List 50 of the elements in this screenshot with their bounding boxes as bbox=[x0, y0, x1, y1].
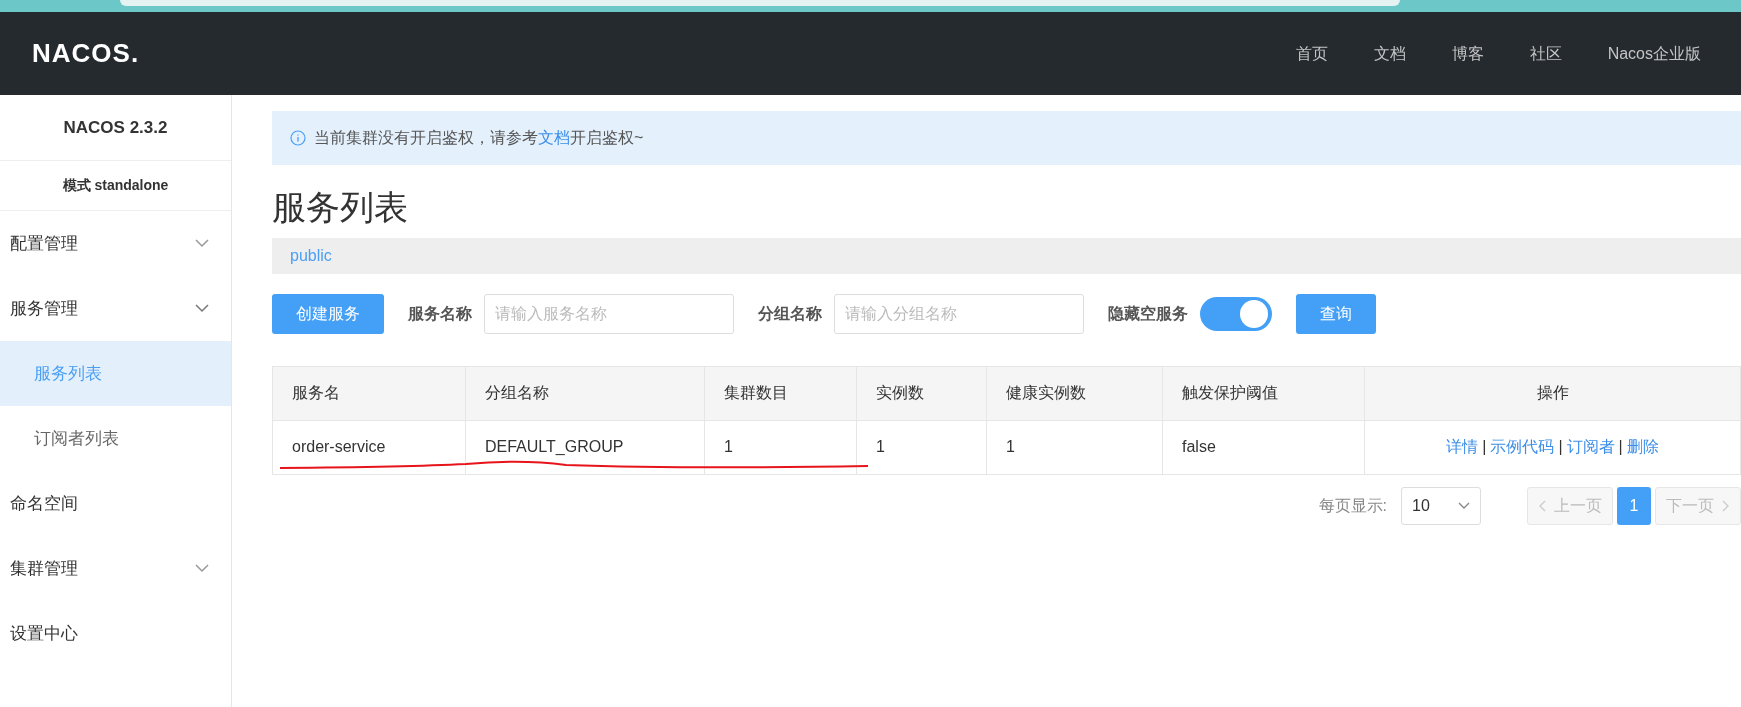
table-cell: 1 bbox=[704, 420, 857, 475]
group-name-field[interactable]: 请输入分组名称 bbox=[834, 293, 1084, 334]
chevron-right-icon bbox=[1722, 499, 1730, 512]
separator-text: | bbox=[1482, 438, 1487, 456]
docs-link[interactable]: 文档 bbox=[538, 129, 570, 146]
sidebar-menu-item[interactable]: 命名空间 bbox=[0, 471, 231, 536]
page-size-label: 每页显示: bbox=[1318, 495, 1387, 516]
table-cell: 1 bbox=[986, 420, 1163, 475]
table-cell: order-service bbox=[272, 420, 466, 475]
separator-text: | bbox=[1618, 438, 1623, 456]
action-link[interactable]: 删除 bbox=[1626, 438, 1659, 456]
sidebar-menu-item[interactable]: 服务管理 bbox=[10, 295, 78, 322]
table-cell: DEFAULT_GROUP bbox=[465, 420, 705, 475]
service-name-field[interactable]: 请输入服务名称 bbox=[484, 293, 734, 334]
action-link[interactable]: 详情 bbox=[1446, 438, 1479, 456]
info-icon bbox=[290, 130, 306, 146]
action-link[interactable]: 订阅者 bbox=[1566, 438, 1615, 456]
page-size-value: 10 bbox=[1412, 495, 1430, 516]
group-name-label: 分组名称 bbox=[758, 303, 822, 324]
page-size-select[interactable]: 10 bbox=[1401, 486, 1481, 525]
column-header: 健康实例数 bbox=[986, 366, 1163, 421]
nav-link[interactable]: 社区 bbox=[1529, 41, 1562, 66]
version-label: NACOS 2.3.2 bbox=[63, 116, 168, 139]
hide-empty-label: 隐藏空服务 bbox=[1108, 303, 1188, 324]
table-cell: 1 bbox=[856, 420, 987, 475]
mode-label: 模式 standalone bbox=[62, 176, 169, 195]
toggle-switch[interactable] bbox=[1200, 296, 1272, 331]
nav-link[interactable]: 首页 bbox=[1295, 41, 1328, 66]
nav-link[interactable]: Nacos企业版 bbox=[1607, 41, 1701, 66]
column-header: 分组名称 bbox=[465, 366, 705, 421]
chevron-left-icon bbox=[1538, 499, 1546, 512]
column-header: 操作 bbox=[1364, 366, 1741, 421]
service-name-label: 服务名称 bbox=[408, 303, 472, 324]
nav-link[interactable]: 文档 bbox=[1373, 41, 1406, 66]
action-link[interactable]: 示例代码 bbox=[1490, 438, 1555, 456]
sidebar-submenu-item[interactable]: 订阅者列表 bbox=[0, 406, 231, 471]
separator-text: | bbox=[1558, 438, 1563, 456]
page-title: 服务列表 bbox=[272, 187, 409, 228]
table-cell: false bbox=[1162, 420, 1365, 475]
column-header: 集群数目 bbox=[704, 366, 857, 421]
column-header: 触发保护阈值 bbox=[1162, 366, 1365, 421]
nacos-logo: NACOS. bbox=[32, 37, 140, 70]
column-header: 服务名 bbox=[272, 366, 466, 421]
sidebar-menu-item[interactable]: 集群管理 bbox=[10, 555, 78, 582]
caret-down-icon bbox=[1458, 501, 1470, 510]
column-header: 实例数 bbox=[856, 366, 987, 421]
sidebar-menu-item[interactable]: 配置管理 bbox=[10, 230, 78, 257]
sidebar-menu-item[interactable]: 设置中心 bbox=[0, 601, 231, 666]
nav-link[interactable]: 博客 bbox=[1451, 41, 1484, 66]
alert-text: 当前集群没有开启鉴权，请参考文档开启鉴权~ bbox=[314, 128, 644, 148]
